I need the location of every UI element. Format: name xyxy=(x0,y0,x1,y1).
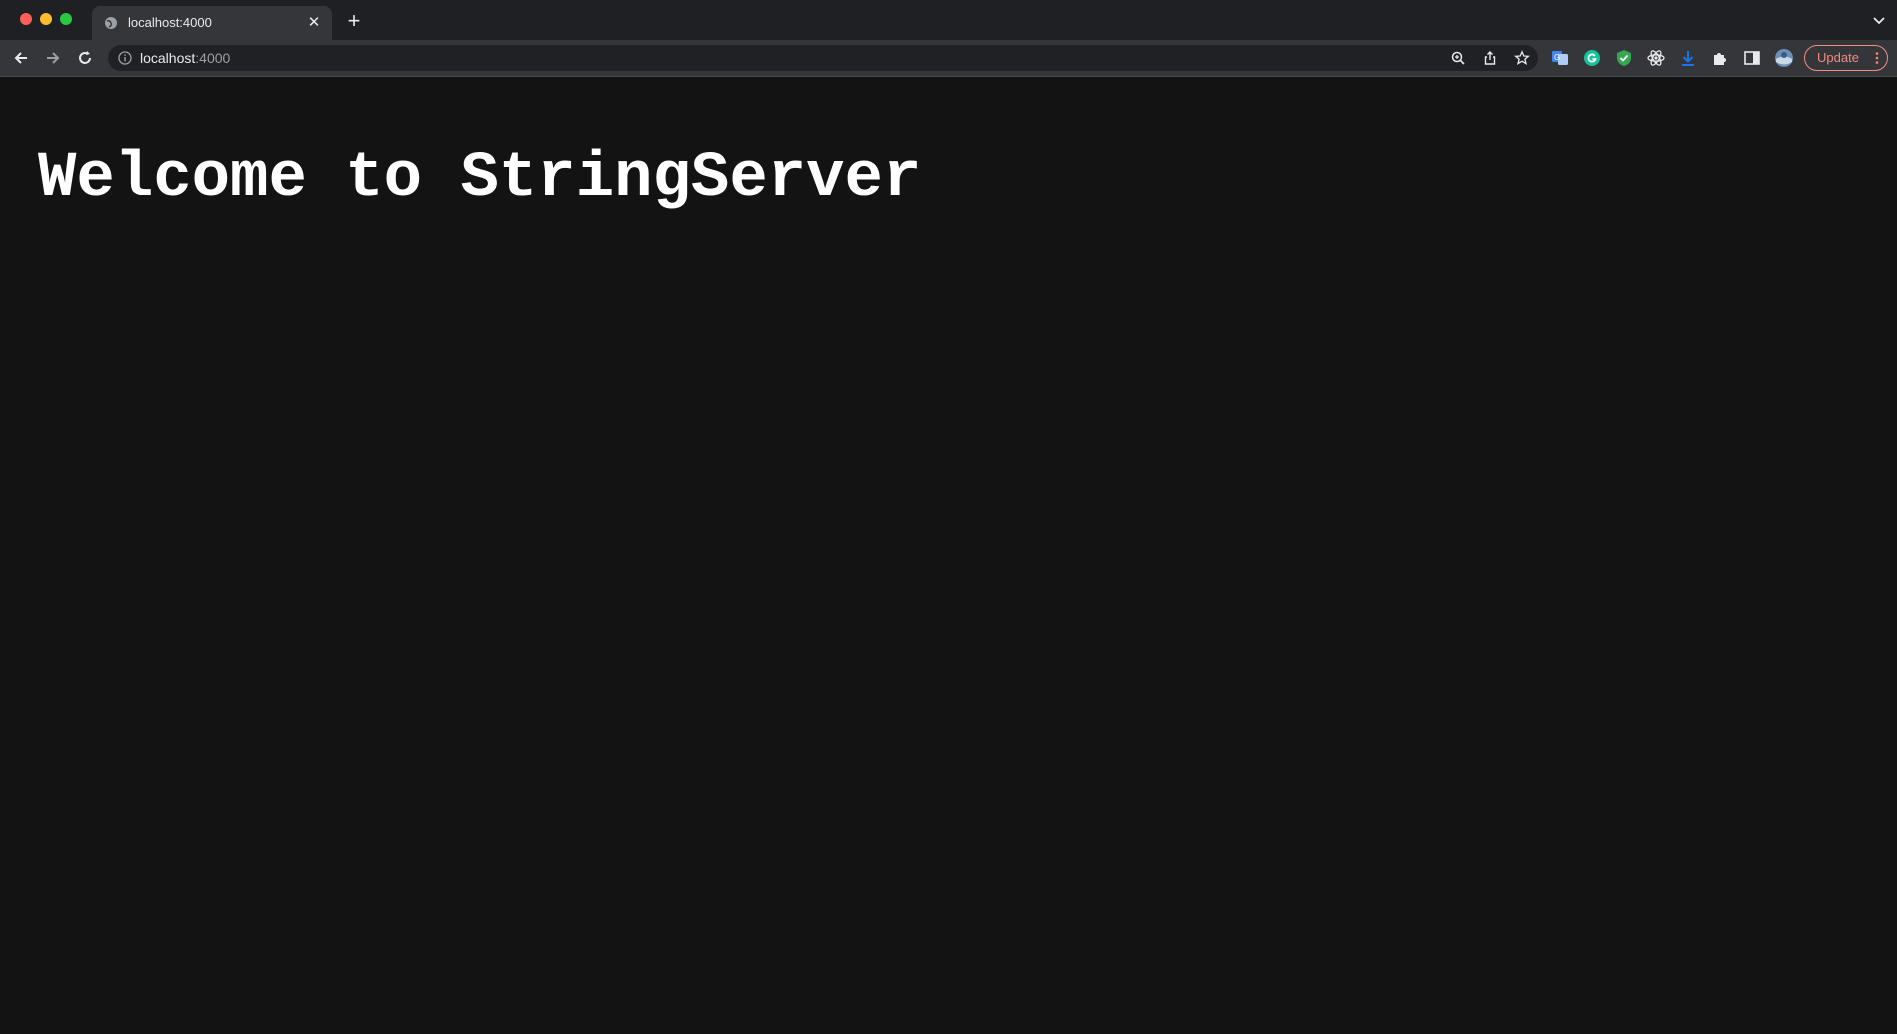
url-port: :4000 xyxy=(195,50,231,66)
translate-extension-icon[interactable]: G xyxy=(1550,48,1570,68)
reload-icon[interactable] xyxy=(75,48,95,68)
globe-icon xyxy=(105,17,117,29)
react-devtools-extension-icon[interactable] xyxy=(1646,48,1666,68)
forward-arrow-icon[interactable] xyxy=(43,48,63,68)
chevron-down-icon[interactable] xyxy=(1871,12,1887,28)
side-panel-icon[interactable] xyxy=(1742,48,1762,68)
tab-strip: localhost:4000 ✕ + xyxy=(0,0,1897,40)
window-minimize-button[interactable] xyxy=(40,13,52,25)
profile-avatar-icon[interactable] xyxy=(1774,48,1794,68)
back-arrow-icon[interactable] xyxy=(11,48,31,68)
extensions-area: G xyxy=(1550,48,1794,68)
page-heading: Welcome to StringServer xyxy=(38,143,922,215)
browser-toolbar: localhost:4000 G Update xyxy=(0,40,1897,77)
url-host: localhost xyxy=(140,50,196,66)
page-viewport: Welcome to StringServer xyxy=(0,77,1897,1034)
more-vert-icon[interactable] xyxy=(1875,52,1879,64)
download-extension-icon[interactable] xyxy=(1678,48,1698,68)
update-button[interactable]: Update xyxy=(1804,45,1888,71)
url-text: localhost:4000 xyxy=(140,50,230,66)
bookmark-star-icon[interactable] xyxy=(1514,50,1530,66)
update-label: Update xyxy=(1817,50,1859,65)
tab-active[interactable]: localhost:4000 ✕ xyxy=(92,6,332,40)
zoom-icon[interactable] xyxy=(1450,50,1466,66)
window-close-button[interactable] xyxy=(20,13,32,25)
address-bar-actions xyxy=(1450,50,1530,66)
tab-title: localhost:4000 xyxy=(128,15,212,30)
shield-check-extension-icon[interactable] xyxy=(1614,48,1634,68)
info-icon[interactable] xyxy=(118,51,132,65)
svg-text:G: G xyxy=(1554,53,1560,62)
new-tab-button[interactable]: + xyxy=(344,10,364,32)
address-bar[interactable]: localhost:4000 xyxy=(108,45,1538,71)
tab-close-icon[interactable]: ✕ xyxy=(306,15,322,31)
share-icon[interactable] xyxy=(1482,50,1498,66)
window-maximize-button[interactable] xyxy=(60,13,72,25)
puzzle-extensions-icon[interactable] xyxy=(1710,48,1730,68)
grammarly-extension-icon[interactable] xyxy=(1582,48,1602,68)
